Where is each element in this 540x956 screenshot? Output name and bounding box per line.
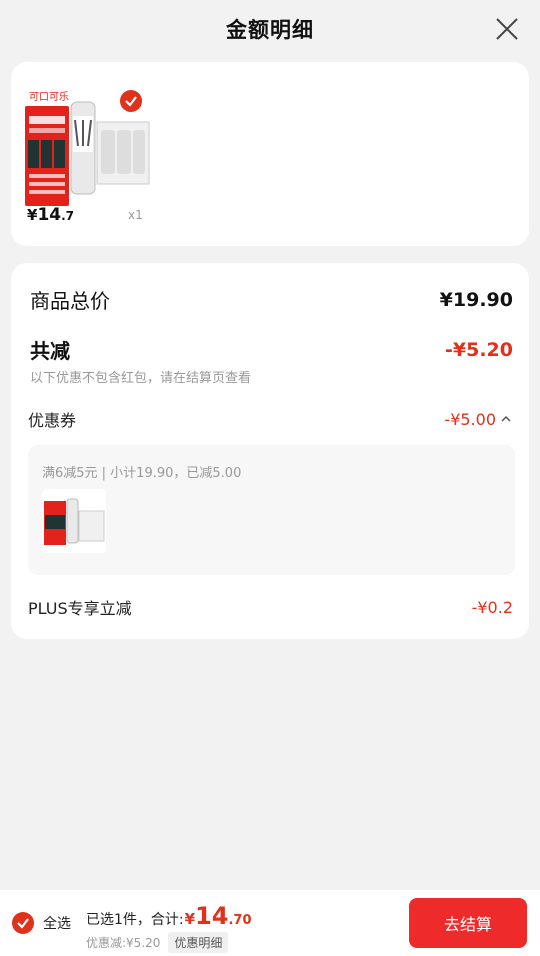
coupon-detail-text: 满6减5元 | 小计19.90，已减5.00: [42, 466, 242, 481]
plus-value: -¥0.2: [471, 597, 513, 617]
product-price: ¥14.7: [27, 205, 74, 225]
summary-card: 商品总价 ¥19.90 共减 -¥5.20 以下优惠不包含红包，请在结算页查看 …: [11, 263, 529, 639]
coupon-value: -¥5.00: [444, 409, 496, 429]
checkout-button[interactable]: 去结算: [409, 898, 527, 948]
product-price-symbol: ¥: [27, 206, 38, 224]
discount-detail-button[interactable]: 优惠明细: [168, 932, 229, 953]
selected-summary: 已选1件，合计: ¥14.70: [86, 902, 252, 930]
reduce-label: 共减: [30, 339, 70, 363]
selected-count-text: 已选1件，合计:: [86, 912, 184, 928]
total-price-int: 14: [195, 902, 229, 930]
total-value: ¥19.90: [439, 288, 513, 311]
discount-text: 优惠减:¥5.20: [86, 936, 161, 950]
coupon-detail-box: 满6减5元 | 小计19.90，已减5.00: [28, 445, 515, 575]
reduce-row: 共减 -¥5.20: [30, 335, 513, 364]
page-title: 金额明细: [226, 18, 314, 42]
product-price-dec: .7: [61, 209, 75, 223]
coupon-toggle[interactable]: -¥5.00: [444, 410, 512, 429]
discount-summary: 优惠减:¥5.20 优惠明细: [86, 932, 229, 953]
product-quantity: x1: [128, 208, 143, 222]
coupon-label: 优惠券: [28, 411, 77, 430]
brand-logo: 可口可乐: [29, 91, 69, 103]
total-price-symbol: ¥: [184, 910, 196, 928]
product-price-int: 14: [37, 205, 62, 225]
total-row: 商品总价 ¥19.90: [30, 285, 513, 314]
total-label: 商品总价: [30, 289, 110, 313]
total-price: ¥14.70: [185, 902, 252, 930]
close-button[interactable]: [494, 16, 520, 42]
bottom-bar: 全选 已选1件，合计: ¥14.70 优惠减:¥5.20 优惠明细 去结算: [0, 890, 540, 956]
total-price-dec: .70: [228, 913, 252, 928]
close-icon: [496, 18, 518, 40]
product-card: 可口可乐 ¥14.7 x1: [11, 62, 529, 246]
header: 金额明细: [0, 0, 540, 58]
check-circle-icon[interactable]: [12, 912, 34, 934]
chevron-up-icon: [501, 415, 511, 422]
select-all-toggle[interactable]: 全选: [12, 912, 71, 934]
reduce-value: -¥5.20: [445, 338, 513, 361]
coupon-row[interactable]: 优惠券 -¥5.00: [28, 407, 512, 431]
coupon-product-thumbnail: [42, 489, 106, 553]
check-circle-icon[interactable]: [120, 90, 142, 112]
plus-label: PLUS专享立减: [28, 599, 132, 618]
select-all-label: 全选: [43, 916, 71, 932]
reduce-note: 以下优惠不包含红包，请在结算页查看: [30, 371, 252, 386]
plus-row: PLUS专享立减 -¥0.2: [28, 595, 513, 619]
